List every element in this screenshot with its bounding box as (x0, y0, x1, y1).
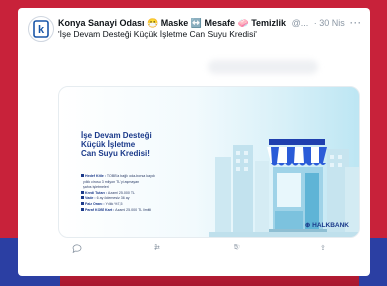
author-name[interactable]: Konya Sanayi Odası (58, 18, 145, 28)
share-icon: ⇪ (320, 245, 326, 252)
avatar[interactable]: k (28, 16, 54, 42)
tweet-media-image[interactable]: İşe Devam Desteği Küçük İşletme Can Suyu… (58, 86, 360, 238)
bullet-item: Paraf KOBİ Kart : Azami 25.000 TL limitl… (81, 207, 191, 214)
halkbank-mark-icon: ⊕ (304, 222, 311, 229)
media-title-line-1: İşe Devam Desteği (81, 131, 152, 140)
tweet-header: Konya Sanayi Odası 😷 Maske ↔️ Mesafe 🧼 T… (58, 16, 362, 30)
bullet-square-icon (81, 201, 84, 205)
author-handle[interactable]: @... (292, 18, 309, 28)
bullet-square-icon (81, 196, 84, 200)
media-title-line-2: Küçük İşletme (81, 140, 136, 149)
tweet-text-content: İşe Devam Desteği Küçük İşletme Can Suyu… (59, 29, 256, 39)
reply-icon (72, 244, 82, 254)
blurred-region (208, 60, 318, 74)
more-options-icon[interactable]: ··· (350, 16, 362, 30)
tweet-actions: ⇄ 1 ♡ 5 ⇪ (58, 244, 358, 256)
tweet-text: 'İşe Devam Desteği Küçük İşletme Can Suy… (58, 29, 257, 39)
reply-button[interactable] (72, 244, 82, 255)
media-title-line-3: Can Suyu Kredisi! (81, 149, 150, 158)
media-title: İşe Devam Desteği Küçük İşletme Can Suyu… (81, 131, 181, 158)
tweet-quote-close: ' (255, 29, 257, 39)
media-bullets: Hedef Kitle : TOBB'a bağlı oda-borsa kay… (81, 174, 191, 213)
retweet-count: 1 (154, 244, 158, 251)
like-count: 5 (234, 244, 238, 251)
bullet-square-icon (81, 174, 84, 177)
halkbank-logo: ⊕ HALKBANK (304, 222, 349, 229)
bullet-square-icon (81, 190, 84, 194)
svg-text:k: k (38, 24, 45, 36)
author-name-extra[interactable]: 😷 Maske ↔️ Mesafe 🧼 Temizlik (147, 18, 286, 28)
tweet-card: k Konya Sanayi Odası 😷 Maske ↔️ Mesafe 🧼… (18, 8, 370, 276)
tweet-date[interactable]: · 30 Nis (314, 18, 345, 28)
kso-logo-icon: k (33, 20, 49, 38)
bullet-square-icon (81, 207, 84, 211)
